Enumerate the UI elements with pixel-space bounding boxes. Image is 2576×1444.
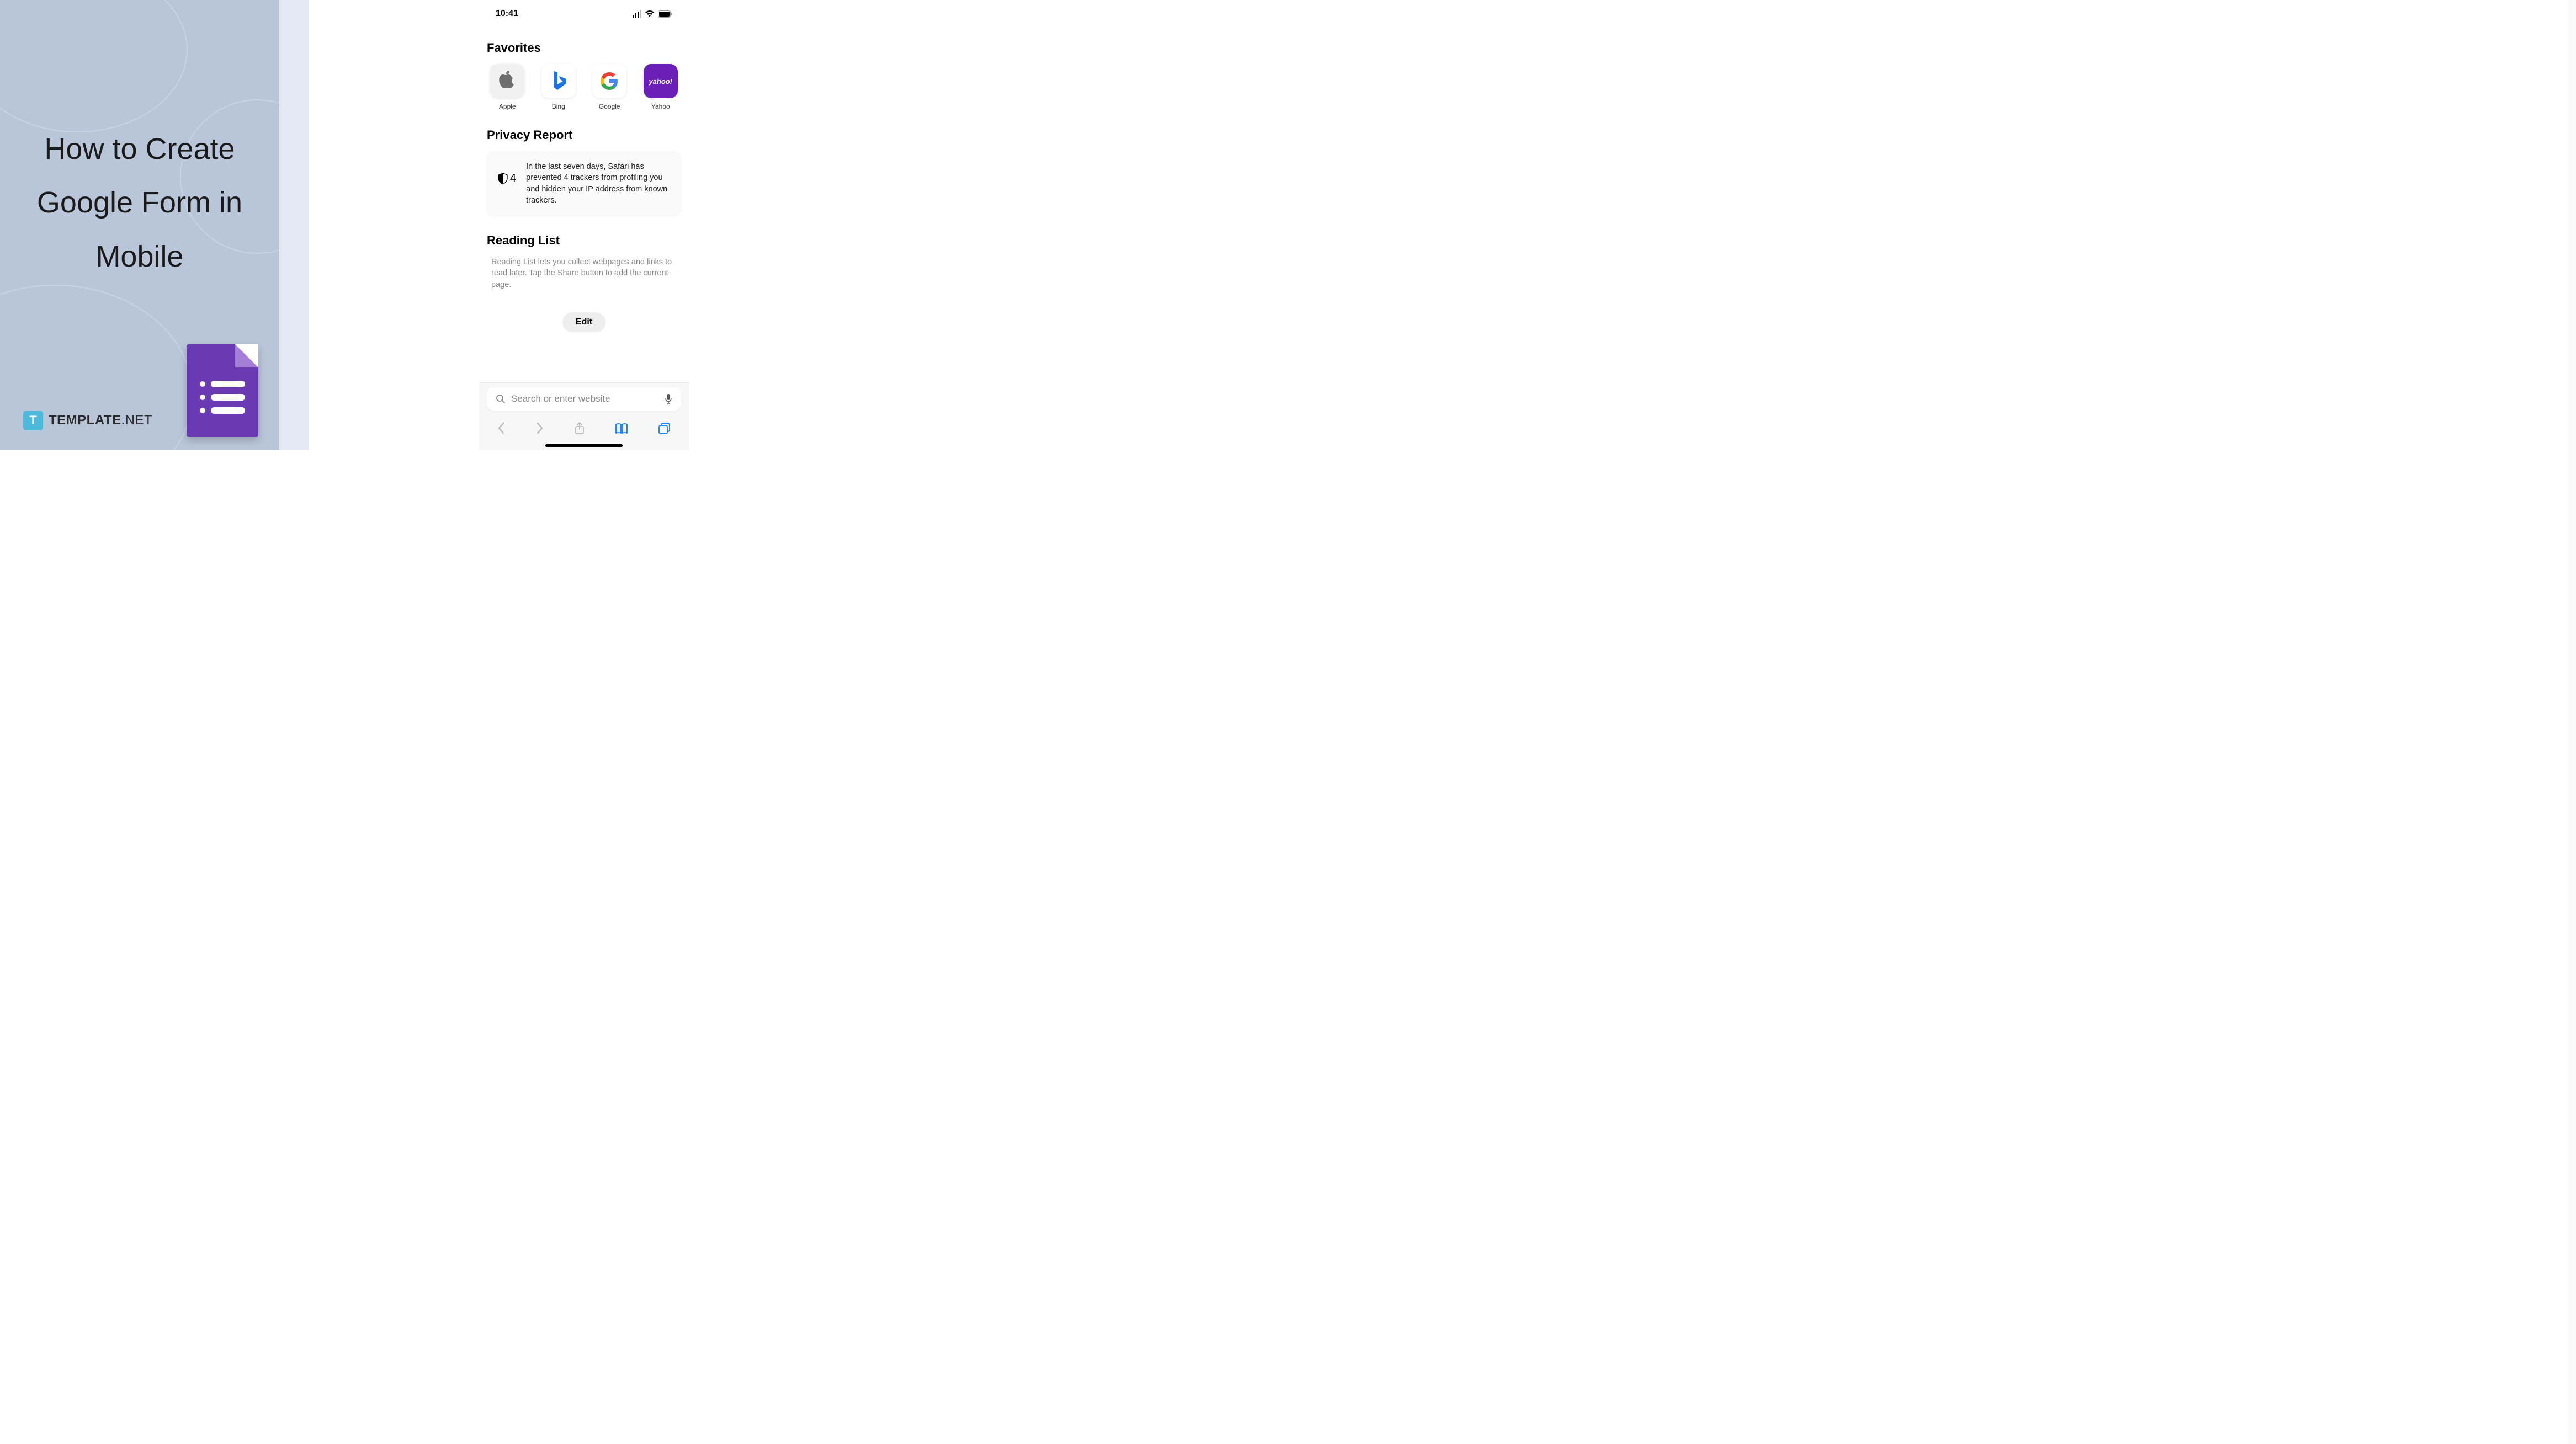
right-panel: 10:41 Favorites xyxy=(309,0,859,450)
middle-strip xyxy=(279,0,309,450)
bing-icon xyxy=(541,64,576,98)
favorite-label: Yahoo xyxy=(651,103,670,110)
favorite-label: Bing xyxy=(552,103,565,110)
share-icon xyxy=(574,422,585,435)
wifi-icon xyxy=(645,10,655,18)
cellular-signal-icon xyxy=(633,10,642,18)
back-button[interactable] xyxy=(495,420,508,438)
bottom-bar: Search or enter website xyxy=(479,382,689,450)
privacy-report-card[interactable]: 4 In the last seven days, Safari has pre… xyxy=(487,151,681,216)
chevron-right-icon xyxy=(535,422,544,434)
privacy-shield: 4 xyxy=(498,172,516,185)
template-logo-text: TEMPLATE.NET xyxy=(49,413,152,428)
side-edge xyxy=(2568,0,2576,1444)
tabs-icon xyxy=(658,422,671,434)
favorites-heading: Favorites xyxy=(487,41,681,55)
privacy-text: In the last seven days, Safari has preve… xyxy=(526,161,670,206)
search-icon xyxy=(496,394,506,404)
status-time: 10:41 xyxy=(496,9,518,19)
reading-heading: Reading List xyxy=(487,233,681,248)
bookmarks-button[interactable] xyxy=(613,420,630,438)
status-bar: 10:41 xyxy=(479,0,689,23)
tracker-count: 4 xyxy=(510,172,516,185)
left-panel: How to Create Google Form in Mobile T TE… xyxy=(0,0,279,450)
battery-icon xyxy=(658,10,672,18)
template-logo-icon: T xyxy=(23,411,43,430)
page-title: How to Create Google Form in Mobile xyxy=(28,122,252,284)
shield-icon xyxy=(498,173,508,184)
brand-suffix: .NET xyxy=(121,413,153,428)
toolbar xyxy=(487,415,681,441)
reading-list-text: Reading List lets you collect webpages a… xyxy=(487,257,681,290)
edit-button[interactable]: Edit xyxy=(562,312,606,332)
brand-name: TEMPLATE xyxy=(49,413,121,428)
favorite-label: Google xyxy=(599,103,620,110)
tabs-button[interactable] xyxy=(656,420,673,438)
privacy-heading: Privacy Report xyxy=(487,128,681,142)
favorite-yahoo[interactable]: yahoo! Yahoo xyxy=(640,64,682,110)
apple-icon xyxy=(490,64,524,98)
favorite-apple[interactable]: Apple xyxy=(487,64,528,110)
template-logo: T TEMPLATE.NET xyxy=(23,411,152,430)
forward-button[interactable] xyxy=(533,420,546,438)
phone-frame: 10:41 Favorites xyxy=(479,0,689,450)
microphone-icon[interactable] xyxy=(665,393,672,404)
yahoo-icon: yahoo! xyxy=(644,64,678,98)
favorite-label: Apple xyxy=(499,103,516,110)
search-bar[interactable]: Search or enter website xyxy=(487,387,681,411)
google-forms-icon xyxy=(187,344,258,437)
google-icon xyxy=(592,64,626,98)
favorite-bing[interactable]: Bing xyxy=(538,64,580,110)
decorative-curve xyxy=(0,0,188,132)
book-icon xyxy=(615,422,628,434)
status-icons xyxy=(633,10,673,18)
yahoo-text: yahoo! xyxy=(649,77,672,86)
share-button[interactable] xyxy=(572,419,587,439)
home-indicator[interactable] xyxy=(545,444,623,447)
favorites-grid: Apple Bing xyxy=(487,64,681,110)
favorite-google[interactable]: Google xyxy=(589,64,630,110)
content-area[interactable]: Favorites Apple Bing xyxy=(479,23,689,382)
search-placeholder: Search or enter website xyxy=(511,393,659,404)
chevron-left-icon xyxy=(497,422,506,434)
